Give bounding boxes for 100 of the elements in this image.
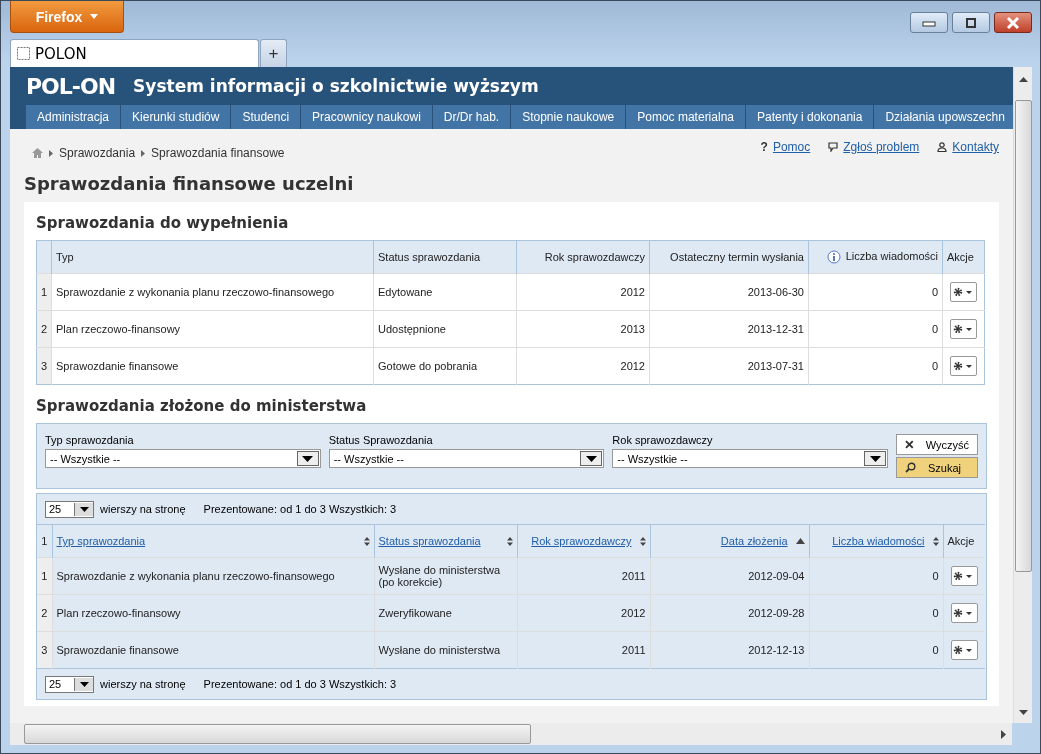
actions-button[interactable] <box>950 566 978 586</box>
sortable-column-header[interactable]: Rok sprawozdawczy <box>531 535 632 547</box>
sort-icon[interactable] <box>639 536 646 546</box>
table-cell: 2012 <box>620 360 645 372</box>
breadcrumb-link[interactable]: Sprawozdania finansowe <box>151 146 285 160</box>
dropdown-arrow-icon <box>869 455 881 462</box>
table-cell: 0 <box>931 360 938 372</box>
horizontal-scrollbar[interactable] <box>10 723 1012 745</box>
sort-ascending-icon[interactable] <box>795 538 805 544</box>
page-size-select[interactable]: 25 <box>45 675 94 693</box>
table-cell: Edytowane <box>378 286 433 298</box>
person-icon <box>937 142 948 152</box>
sort-icon[interactable] <box>932 536 939 546</box>
row-number: 3 <box>40 360 48 372</box>
minimize-button[interactable] <box>910 12 948 33</box>
table-cell: 2013-12-31 <box>747 323 804 335</box>
actions-button[interactable] <box>950 319 977 339</box>
table-cell: 0 <box>931 286 938 298</box>
scrollbar-thumb[interactable] <box>1014 100 1032 572</box>
actions-button[interactable] <box>950 603 978 623</box>
nav-tab[interactable]: Dr/Dr hab. <box>432 105 512 129</box>
column-header: Akcje <box>947 251 974 263</box>
sortable-column-header[interactable]: Data złożenia <box>720 535 788 547</box>
nav-tab[interactable]: Studenci <box>231 105 302 129</box>
gear-icon <box>952 287 975 297</box>
nav-tab[interactable]: Działania upowszechn <box>874 105 1013 129</box>
clear-button[interactable]: Wyczyść <box>896 434 978 455</box>
gear-icon <box>952 361 975 371</box>
dropdown-arrow-icon <box>79 681 89 687</box>
scroll-right-icon[interactable] <box>1001 729 1006 739</box>
table-cell: 2012 <box>620 286 645 298</box>
nav-tab[interactable]: Kierunki studiów <box>121 105 232 129</box>
page-icon <box>17 47 30 60</box>
column-header: Rok sprawozdawczy <box>544 251 645 263</box>
search-icon <box>905 462 916 473</box>
sort-icon[interactable] <box>506 536 513 546</box>
table-cell: Sprawozdanie z wykonania planu rzeczowo-finansowego <box>56 286 335 298</box>
scrollbar-thumb[interactable] <box>24 724 531 744</box>
results-summary: Prezentowane: od 1 do 3 Wszystkich: 3 <box>203 503 397 515</box>
section-title: Sprawozdania do wypełnienia <box>36 214 290 232</box>
table-cell: Sprawozdanie finansowe <box>56 360 179 372</box>
table-cell: 2012-12-13 <box>748 644 805 656</box>
nav-tab[interactable]: Patenty i dokonania <box>746 105 875 129</box>
table-cell: Plan rzeczowo-finansowy <box>56 607 181 619</box>
scroll-up-icon[interactable] <box>1018 77 1028 82</box>
filter-select[interactable]: -- Wszystkie -- <box>45 449 321 468</box>
rows-per-page-label: wierszy na stronę <box>100 678 186 690</box>
close-button[interactable] <box>994 12 1032 33</box>
page-title: Sprawozdania finansowe uczelni <box>24 173 355 194</box>
header-link[interactable]: Kontakty <box>952 140 999 154</box>
home-icon[interactable] <box>32 148 43 158</box>
table-cell: Sprawozdanie z wykonania planu rzeczowo-finansowego <box>56 570 335 582</box>
filter-select[interactable]: -- Wszystkie -- <box>328 449 605 468</box>
breadcrumb-link[interactable]: Sprawozdania <box>59 146 136 160</box>
actions-button[interactable] <box>950 640 978 660</box>
close-icon <box>905 440 914 449</box>
results-summary: Prezentowane: od 1 do 3 Wszystkich: 3 <box>203 678 397 690</box>
table-cell: 2012-09-28 <box>748 607 805 619</box>
browser-tab[interactable]: POLON <box>10 39 259 67</box>
maximize-button[interactable] <box>952 12 990 33</box>
page-size-select[interactable]: 25 <box>45 500 94 518</box>
nav-tab[interactable]: Administracja <box>26 105 122 129</box>
logo: POL-ON <box>26 73 116 99</box>
row-number: 1 <box>41 570 48 582</box>
nav-tab[interactable]: Stopnie naukowe <box>511 105 627 129</box>
nav-tab[interactable]: Pracownicy naukowi <box>301 105 433 129</box>
table-cell: 2011 <box>621 644 646 656</box>
vertical-scrollbar[interactable] <box>1013 67 1032 723</box>
new-tab-button[interactable]: + <box>260 39 287 67</box>
system-title: System informacji o szkolnictwie wyższym <box>133 76 539 96</box>
nav-tab[interactable]: Pomoc materialna <box>626 105 746 129</box>
table-cell: 2011 <box>621 570 646 582</box>
info-icon[interactable] <box>826 250 841 265</box>
firefox-menu-button[interactable]: Firefox <box>10 1 124 33</box>
section-title: Sprawozdania złożone do ministerstwa <box>36 397 368 415</box>
scroll-down-icon[interactable] <box>1018 710 1028 715</box>
filter-label: Status Sprawozdania <box>328 434 434 446</box>
sortable-column-header[interactable]: Liczba wiadomości <box>832 535 925 547</box>
header-link[interactable]: Pomoc <box>772 140 811 154</box>
sortable-column-header[interactable]: Typ sprawozdania <box>56 535 146 547</box>
caret-icon <box>90 14 99 19</box>
table-cell: 0 <box>932 570 939 582</box>
actions-button[interactable] <box>950 282 977 302</box>
table-cell: 2013-07-31 <box>747 360 804 372</box>
row-number: 1 <box>41 535 48 547</box>
filter-label: Rok sprawozdawczy <box>612 434 714 446</box>
actions-button[interactable] <box>950 356 977 376</box>
column-header: Status sprawozdania <box>378 251 481 263</box>
header-link[interactable]: Zgłoś problem <box>843 140 920 154</box>
sort-icon[interactable] <box>363 536 370 546</box>
rows-per-page-label: wierszy na stronę <box>100 503 186 515</box>
table-cell: 0 <box>932 644 939 656</box>
table-cell: Gotowe do pobrania <box>378 360 478 372</box>
column-header: Akcje <box>947 535 975 547</box>
chevron-icon <box>141 149 146 157</box>
gear-icon <box>952 324 975 334</box>
search-button[interactable]: Szukaj <box>896 457 978 478</box>
filter-select[interactable]: -- Wszystkie -- <box>612 449 888 468</box>
column-header: Ostateczny termin wysłania <box>670 251 804 263</box>
sortable-column-header[interactable]: Status sprawozdania <box>378 535 481 547</box>
